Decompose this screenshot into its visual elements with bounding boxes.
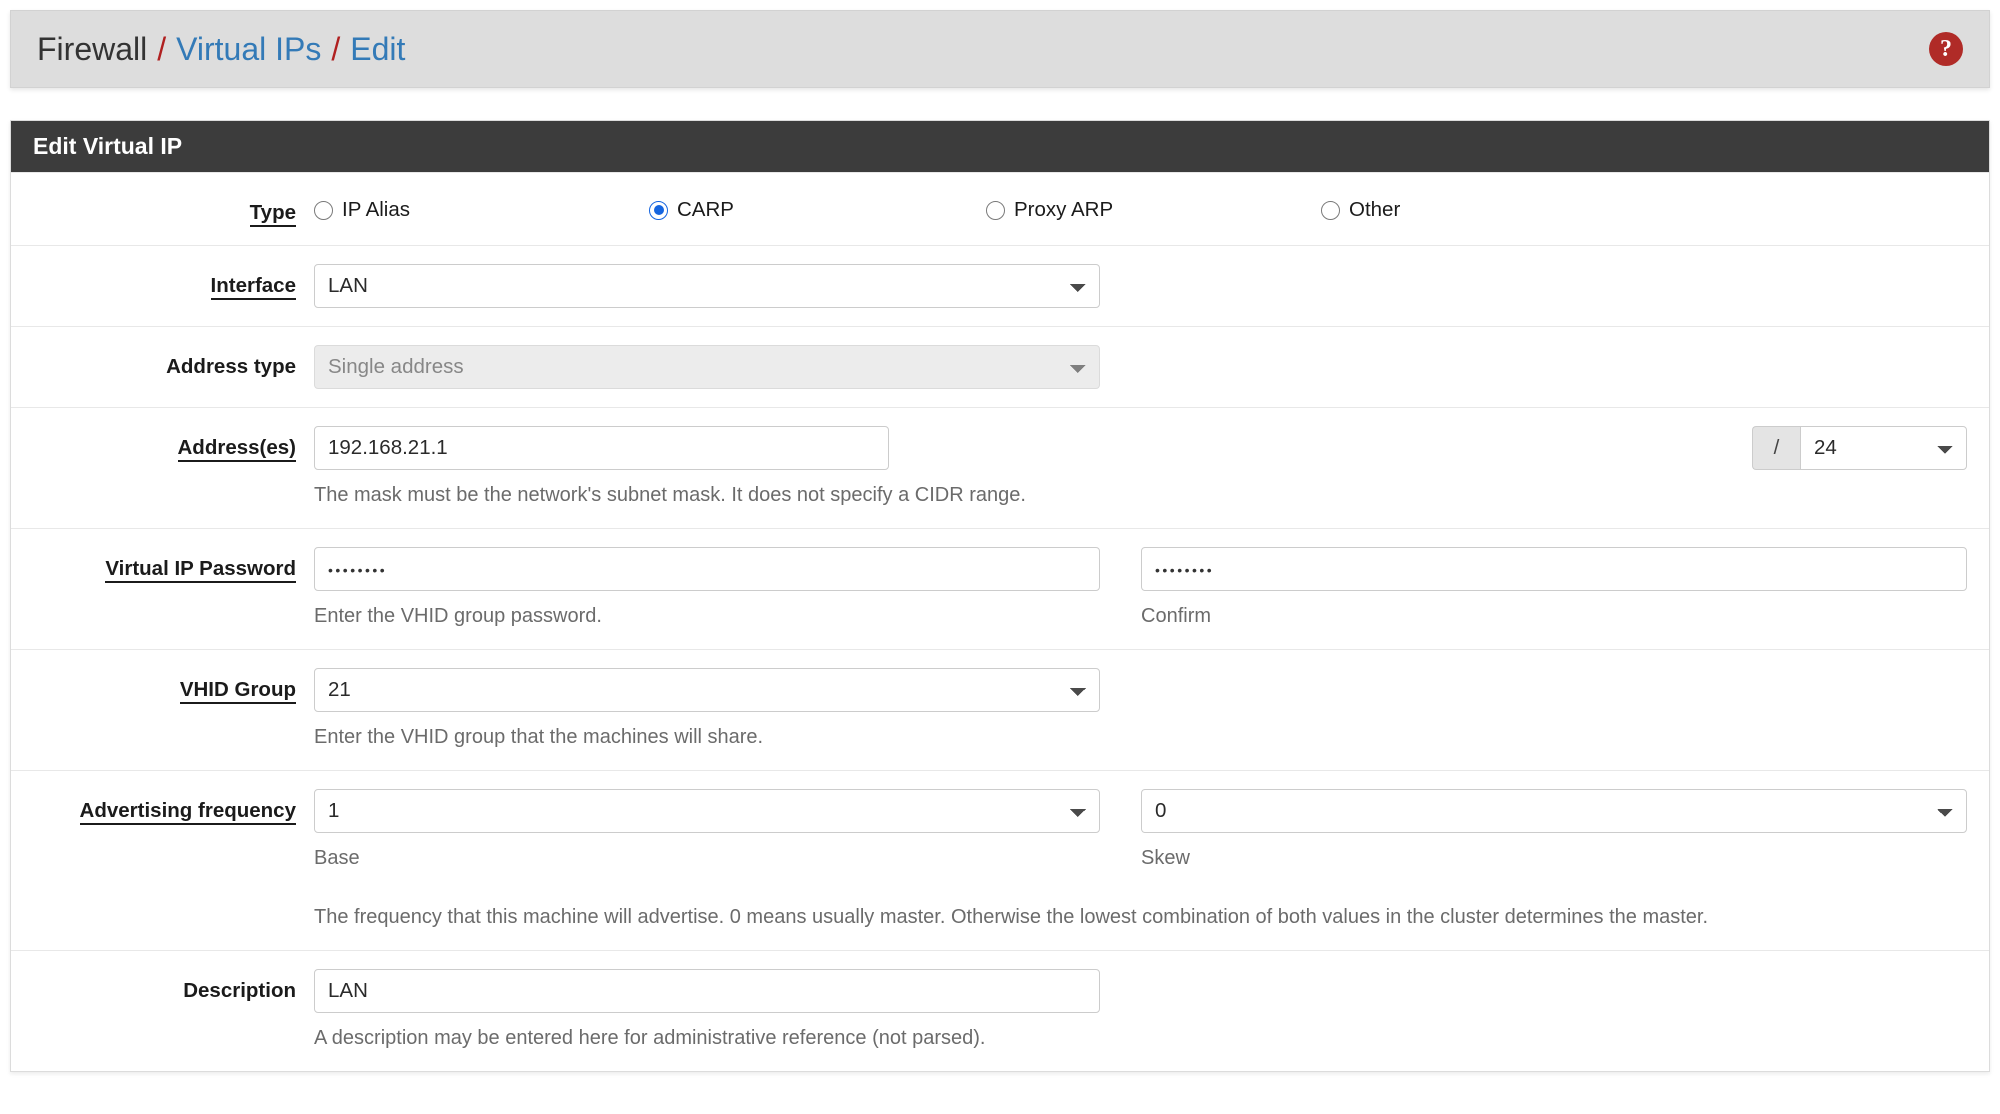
address-input-line: / 24 [314,426,1967,471]
label-vhid-group: VHID Group [11,668,314,705]
advertising-skew-help-text: Skew [1141,847,1190,870]
field-interface: LAN [314,264,1989,309]
edit-virtual-ip-panel: Edit Virtual IP Type IP Alias CARP Proxy… [10,120,1990,1073]
form-row-address-type: Address type Single address [11,326,1989,407]
advertising-base-help-text: Base [314,847,360,870]
cidr-input-group: / 24 [1752,426,1967,471]
type-radio-group: IP Alias CARP Proxy ARP Other [314,191,1967,222]
question-mark-circle-icon[interactable]: ? [1929,32,1963,66]
label-addresses: Address(es) [11,426,314,463]
label-description: Description [183,979,296,1003]
password-confirm-help-text: Confirm [1141,605,1212,628]
label-type-text[interactable]: Type [249,201,296,228]
field-advertising-frequency: 1 Base 0 Skew The frequency that this ma… [314,789,1989,932]
radio-label-other: Other [1349,198,1401,222]
address-input[interactable] [314,426,889,471]
breadcrumb-root: Firewall [37,31,148,67]
password-confirm-input[interactable]: •••••••• [1141,547,1967,592]
cidr-select[interactable]: 24 [1800,426,1967,471]
breadcrumb-bar: Firewall / Virtual IPs / Edit ? [10,10,1990,88]
vhid-group-select[interactable]: 21 [314,668,1100,713]
base-col: 1 Base [314,789,1100,873]
label-advertising-frequency: Advertising frequency [11,789,314,826]
password-confirm-col: •••••••• Confirm [1141,547,1967,631]
skew-col: 0 Skew [1141,789,1967,873]
label-advertising-frequency-text[interactable]: Advertising frequency [79,799,296,826]
radio-label-proxy-arp: Proxy ARP [1014,198,1114,222]
password-help-text: Enter the VHID group password. [314,605,602,628]
advertising-skew-select[interactable]: 0 [1141,789,1967,834]
slash-prefix-addon: / [1752,426,1800,471]
password-split: •••••••• Enter the VHID group password. … [314,547,1967,631]
radio-option-other[interactable]: Other [1321,198,1400,222]
breadcrumb: Firewall / Virtual IPs / Edit [37,33,405,65]
breadcrumb-link-edit[interactable]: Edit [350,33,405,65]
advertising-split: 1 Base 0 Skew [314,789,1967,873]
label-type: Type [11,191,314,228]
radio-option-ip-alias[interactable]: IP Alias [314,198,649,222]
radio-label-ip-alias: IP Alias [342,198,410,222]
breadcrumb-separator-1: / [157,31,167,67]
form-row-description: Description A description may be entered… [11,950,1989,1071]
password-input[interactable]: •••••••• [314,547,1100,592]
addresses-help-text: The mask must be the network's subnet ma… [314,484,1026,507]
advertising-frequency-help-text: The frequency that this machine will adv… [314,906,1709,929]
password-col: •••••••• Enter the VHID group password. [314,547,1100,631]
breadcrumb-separator-2: / [331,31,341,67]
breadcrumb-link-virtual-ips[interactable]: Virtual IPs [176,33,321,65]
label-virtual-ip-password-text[interactable]: Virtual IP Password [105,557,296,584]
description-help-text: A description may be entered here for ad… [314,1027,986,1050]
label-interface-text[interactable]: Interface [210,274,296,301]
label-addresses-text[interactable]: Address(es) [177,436,296,463]
radio-circle-icon[interactable] [1321,200,1340,220]
field-addresses: / 24 The mask must be the network's subn… [314,426,1989,510]
field-virtual-ip-password: •••••••• Enter the VHID group password. … [314,547,1989,631]
advertising-base-select[interactable]: 1 [314,789,1100,834]
address-type-select[interactable]: Single address [314,345,1100,390]
password-masked-value: •••••••• [328,562,388,579]
field-vhid-group: 21 Enter the VHID group that the machine… [314,668,1989,752]
form-row-vhid-group: VHID Group 21 Enter the VHID group that … [11,649,1989,770]
radio-label-carp: CARP [677,198,734,222]
form-row-type: Type IP Alias CARP Proxy ARP Other [11,172,1989,245]
field-address-type: Single address [314,345,1989,390]
form-row-virtual-ip-password: Virtual IP Password •••••••• Enter the V… [11,528,1989,649]
form-row-interface: Interface LAN [11,245,1989,326]
password-confirm-masked-value: •••••••• [1155,562,1215,579]
label-vhid-group-text[interactable]: VHID Group [179,678,296,705]
label-address-type: Address type [166,355,296,379]
radio-circle-icon[interactable] [314,200,333,220]
field-type: IP Alias CARP Proxy ARP Other [314,191,1989,222]
panel-title: Edit Virtual IP [11,121,1989,173]
form-row-addresses: Address(es) / 24 The mask must be the ne… [11,407,1989,528]
address-input-wrapper [314,426,889,471]
description-input[interactable] [314,969,1100,1014]
vhid-group-help-text: Enter the VHID group that the machines w… [314,726,764,749]
field-description: A description may be entered here for ad… [314,969,1989,1053]
label-virtual-ip-password: Virtual IP Password [11,547,314,584]
radio-circle-selected-icon[interactable] [649,200,668,220]
radio-option-proxy-arp[interactable]: Proxy ARP [986,198,1321,222]
label-interface: Interface [11,264,314,301]
interface-select[interactable]: LAN [314,264,1100,309]
radio-circle-icon[interactable] [986,200,1005,220]
form-row-advertising-frequency: Advertising frequency 1 Base 0 Skew The … [11,770,1989,950]
radio-option-carp[interactable]: CARP [649,198,986,222]
